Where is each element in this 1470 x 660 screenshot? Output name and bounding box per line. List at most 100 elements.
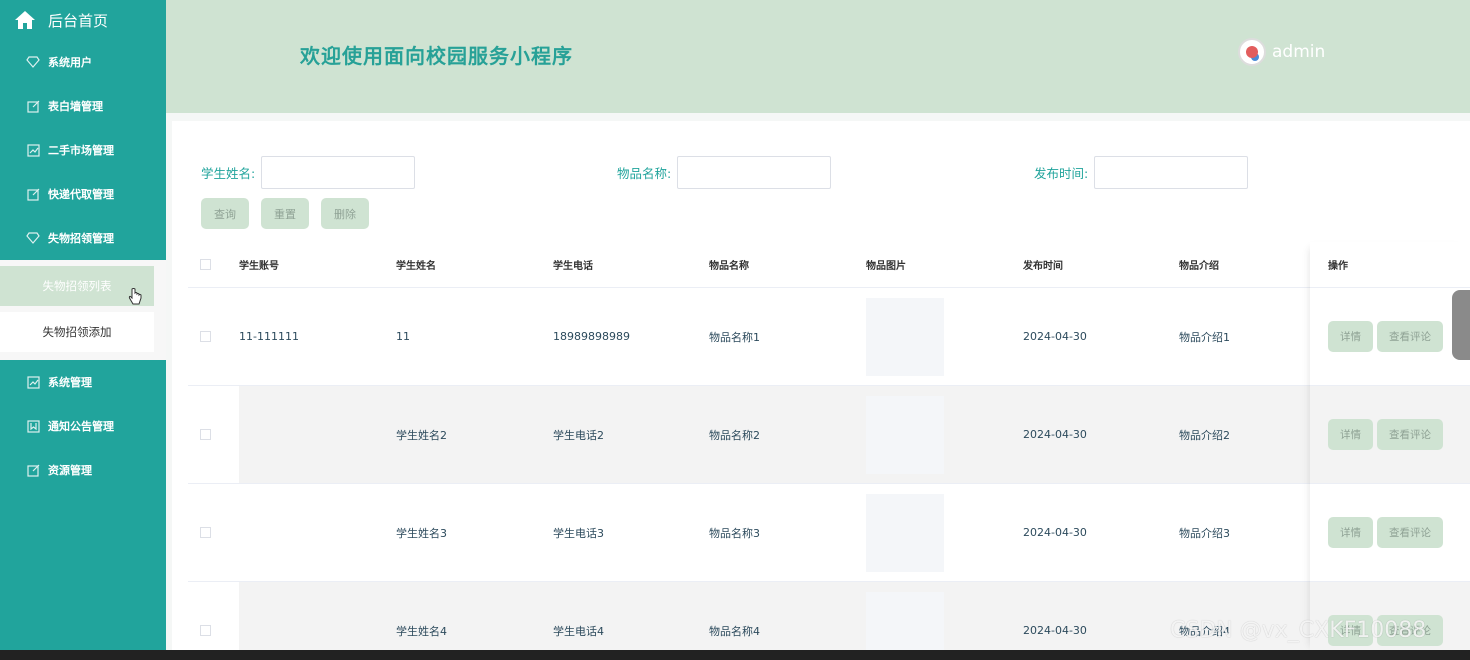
top-header: 欢迎使用面向校园服务小程序 admin	[166, 0, 1470, 113]
hand-cursor-icon	[128, 288, 142, 310]
select-all-checkbox[interactable]	[200, 259, 211, 270]
sidebar-item-second-hand[interactable]: 二手市场管理	[0, 128, 166, 172]
student-name-input[interactable]	[261, 156, 416, 189]
cell-time: 2024-04-30	[1023, 428, 1087, 441]
cell-phone: 学生电话3	[553, 526, 604, 540]
diamond-icon	[26, 231, 40, 245]
chart-icon	[26, 143, 40, 157]
submenu-item-label: 失物招领列表	[42, 279, 112, 293]
cell-name: 学生姓名4	[396, 624, 447, 638]
row-check-cell	[188, 331, 239, 342]
submenu-item-lost-found-list[interactable]: 失物招领列表	[0, 266, 154, 306]
lost-found-submenu: 失物招领列表 失物招领添加	[0, 260, 166, 360]
sidebar-item-system[interactable]: 系统管理	[0, 360, 166, 404]
student-name-field: 学生姓名:	[201, 156, 416, 189]
publish-time-input[interactable]	[1094, 156, 1249, 189]
edit-icon	[26, 99, 40, 113]
data-table: 学生账号 学生姓名 学生电话 物品名称 物品图片 发布时间 物品介绍 操作 11…	[188, 242, 1470, 660]
search-form: 学生姓名: 物品名称: 发布时间:	[172, 156, 1470, 189]
sidebar-item-label: 二手市场管理	[48, 144, 114, 157]
column-header: 学生电话	[553, 261, 593, 272]
sidebar-item-notices[interactable]: 通知公告管理	[0, 404, 166, 448]
cell-intro: 物品介绍3	[1179, 526, 1230, 540]
cell-name: 11	[396, 330, 410, 343]
table-row: 学生姓名3 学生电话3 物品名称3 2024-04-30 物品介绍3 详情 查看…	[188, 484, 1470, 582]
row-checkbox[interactable]	[200, 331, 211, 342]
sidebar-item-lost-found[interactable]: 失物招领管理	[0, 216, 166, 260]
diamond-icon	[26, 55, 40, 69]
cell-time: 2024-04-30	[1023, 330, 1087, 343]
row-checkbox[interactable]	[200, 527, 211, 538]
column-header: 操作	[1328, 261, 1348, 272]
edit-icon	[26, 463, 40, 477]
sidebar-item-label: 资源管理	[48, 464, 92, 477]
item-thumbnail[interactable]	[866, 395, 944, 474]
sidebar-item-label: 系统用户	[48, 56, 92, 69]
edit-icon	[26, 187, 40, 201]
sidebar-item-label: 表白墙管理	[48, 100, 103, 113]
submenu-item-lost-found-add[interactable]: 失物招领添加	[0, 312, 154, 352]
page-title: 欢迎使用面向校园服务小程序	[300, 44, 573, 68]
item-thumbnail[interactable]	[866, 493, 944, 572]
row-checkbox[interactable]	[200, 625, 211, 636]
row-checkbox[interactable]	[200, 429, 211, 440]
submenu-item-label: 失物招领添加	[42, 325, 112, 339]
sidebar-home-label: 后台首页	[48, 11, 109, 30]
sidebar-home[interactable]: 后台首页	[0, 0, 166, 40]
view-comments-button[interactable]: 查看评论	[1377, 321, 1443, 352]
side-drawer-handle[interactable]	[1452, 290, 1470, 360]
avatar	[1238, 38, 1266, 66]
cell-image	[866, 395, 1023, 474]
publish-time-label: 发布时间:	[1034, 166, 1089, 181]
detail-button[interactable]: 详情	[1328, 419, 1373, 450]
cell-operations: 详情 查看评论	[1316, 419, 1470, 450]
chart-icon	[26, 375, 40, 389]
column-header: 物品图片	[866, 261, 906, 272]
main-content: 学生姓名: 物品名称: 发布时间: 查询 重置 删除 学生账号 学生姓名 学生电…	[166, 113, 1470, 660]
publish-time-field: 发布时间:	[1034, 156, 1249, 189]
row-check-cell	[188, 386, 239, 483]
cell-time: 2024-04-30	[1023, 526, 1087, 539]
sidebar-item-label: 失物招领管理	[48, 232, 114, 245]
cell-time: 2024-04-30	[1023, 624, 1087, 637]
table-row: 学生姓名2 学生电话2 物品名称2 2024-04-30 物品介绍2 详情 查看…	[188, 386, 1470, 484]
cell-item: 物品名称3	[709, 526, 760, 540]
sidebar: 后台首页 系统用户 表白墙管理 二手市场管理 快递代取管理 失物招领管理 失物招…	[0, 0, 166, 650]
sidebar-item-users[interactable]: 系统用户	[0, 40, 166, 84]
row-check-cell	[188, 582, 239, 660]
item-name-label: 物品名称:	[617, 166, 672, 181]
view-comments-button[interactable]: 查看评论	[1377, 419, 1443, 450]
cell-intro: 物品介绍1	[1179, 330, 1230, 344]
detail-button[interactable]: 详情	[1328, 321, 1373, 352]
column-header: 学生账号	[239, 261, 279, 272]
sidebar-item-confession-wall[interactable]: 表白墙管理	[0, 84, 166, 128]
sidebar-item-express[interactable]: 快递代取管理	[0, 172, 166, 216]
cell-operations: 详情 查看评论	[1316, 517, 1470, 548]
table-row: 11-111111 11 18989898989 物品名称1 2024-04-3…	[188, 288, 1470, 386]
sidebar-item-label: 快递代取管理	[48, 188, 114, 201]
column-header: 学生姓名	[396, 261, 436, 272]
cell-account: 11-111111	[239, 330, 299, 343]
item-thumbnail[interactable]	[866, 297, 944, 376]
select-all-cell	[188, 259, 239, 270]
cell-phone: 18989898989	[553, 330, 630, 343]
sidebar-item-label: 通知公告管理	[48, 420, 114, 433]
column-header: 发布时间	[1023, 261, 1063, 272]
sidebar-item-resources[interactable]: 资源管理	[0, 448, 166, 492]
view-comments-button[interactable]: 查看评论	[1377, 517, 1443, 548]
column-header: 物品介绍	[1179, 261, 1219, 272]
cell-item: 物品名称4	[709, 624, 760, 638]
cell-item: 物品名称1	[709, 330, 760, 344]
item-name-input[interactable]	[677, 156, 832, 189]
cell-item: 物品名称2	[709, 428, 760, 442]
reset-button[interactable]: 重置	[261, 198, 309, 229]
query-button[interactable]: 查询	[201, 198, 249, 229]
user-menu[interactable]: admin	[1238, 38, 1325, 66]
table-header: 学生账号 学生姓名 学生电话 物品名称 物品图片 发布时间 物品介绍 操作	[188, 242, 1470, 288]
home-icon	[14, 10, 36, 30]
delete-button[interactable]: 删除	[321, 198, 369, 229]
cell-image	[866, 493, 1023, 572]
detail-button[interactable]: 详情	[1328, 517, 1373, 548]
column-header: 物品名称	[709, 261, 749, 272]
cell-phone: 学生电话2	[553, 428, 604, 442]
